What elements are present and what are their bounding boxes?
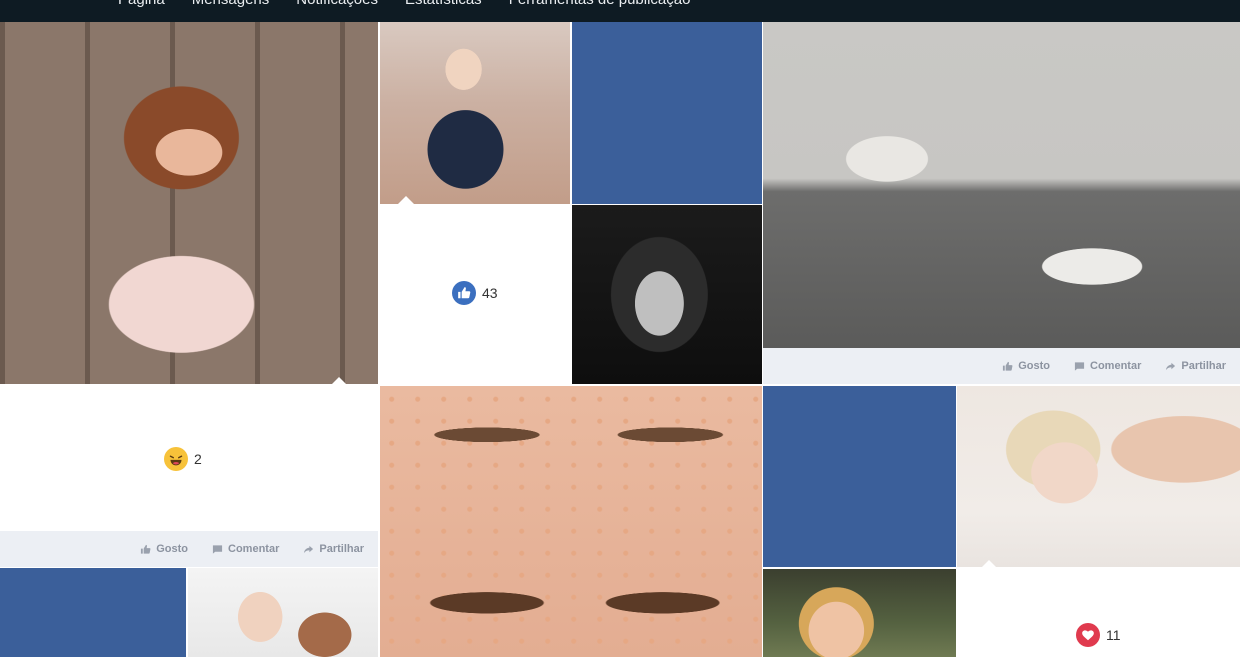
share-button[interactable]: Partilhar: [1165, 360, 1226, 372]
comment-icon: [212, 544, 223, 554]
heart-icon: [1076, 623, 1100, 647]
share-icon: [304, 545, 314, 553]
thumbs-up-icon: [452, 281, 476, 305]
photo-two-girls-stretching[interactable]: [763, 22, 1240, 348]
comment-label: Comentar: [1090, 360, 1142, 372]
share-label: Partilhar: [1181, 360, 1226, 372]
photo-boy-hood[interactable]: [572, 205, 762, 384]
nav-item-estatisticas[interactable]: Estatísticas: [405, 0, 482, 8]
photo-child-lying-bed[interactable]: [957, 386, 1240, 567]
haha-reaction-card: 2: [0, 386, 378, 531]
top-navigation-bar: Página Mensagens Notificações Estatístic…: [0, 0, 1240, 22]
page-nav: Página Mensagens Notificações Estatístic…: [118, 0, 690, 8]
nav-item-notificacoes[interactable]: Notificações: [296, 0, 378, 8]
card-pointer: [397, 196, 415, 205]
share-label: Partilhar: [319, 543, 364, 555]
share-icon: [1166, 362, 1176, 370]
love-reaction[interactable]: 11: [1076, 623, 1121, 647]
love-reaction-card: 11: [957, 569, 1240, 657]
like-button[interactable]: Gosto: [140, 543, 188, 555]
photo-girl-glasses-hands[interactable]: [0, 22, 378, 384]
photo-blonde-child-outdoors[interactable]: [763, 569, 956, 657]
like-reaction-card: 43: [380, 205, 570, 384]
comment-label: Comentar: [228, 543, 280, 555]
photo-child-ice-cream[interactable]: [380, 22, 570, 204]
card-pointer: [980, 560, 998, 569]
thumbs-up-icon: [1003, 361, 1013, 371]
like-count: 43: [482, 285, 498, 301]
haha-reaction[interactable]: 2: [164, 447, 202, 471]
thumbs-up-icon: [141, 544, 151, 554]
blue-tile: [0, 568, 186, 657]
blue-tile: [572, 22, 762, 204]
comment-button[interactable]: Comentar: [212, 543, 279, 555]
nav-item-ferramentas[interactable]: Ferramentas de publicação: [509, 0, 691, 8]
blue-tile: [763, 386, 956, 567]
share-button[interactable]: Partilhar: [303, 543, 364, 555]
love-count: 11: [1106, 627, 1121, 643]
post-action-bar: Gosto Comentar Partilhar: [763, 348, 1240, 384]
post-action-bar: Gosto Comentar Partilhar: [0, 531, 378, 567]
comment-icon: [1074, 361, 1085, 371]
like-reaction[interactable]: 43: [452, 281, 498, 305]
like-label: Gosto: [1018, 360, 1051, 372]
like-button[interactable]: Gosto: [1002, 360, 1050, 372]
photo-two-boys-hugging[interactable]: [188, 568, 378, 657]
like-label: Gosto: [156, 543, 189, 555]
haha-count: 2: [194, 451, 202, 467]
card-pointer: [330, 377, 348, 386]
laughing-emoji-icon: [164, 447, 188, 471]
photo-freckled-closed-eyes[interactable]: [380, 386, 762, 657]
comment-button[interactable]: Comentar: [1074, 360, 1141, 372]
nav-item-mensagens[interactable]: Mensagens: [192, 0, 270, 8]
nav-item-pagina[interactable]: Página: [118, 0, 165, 8]
